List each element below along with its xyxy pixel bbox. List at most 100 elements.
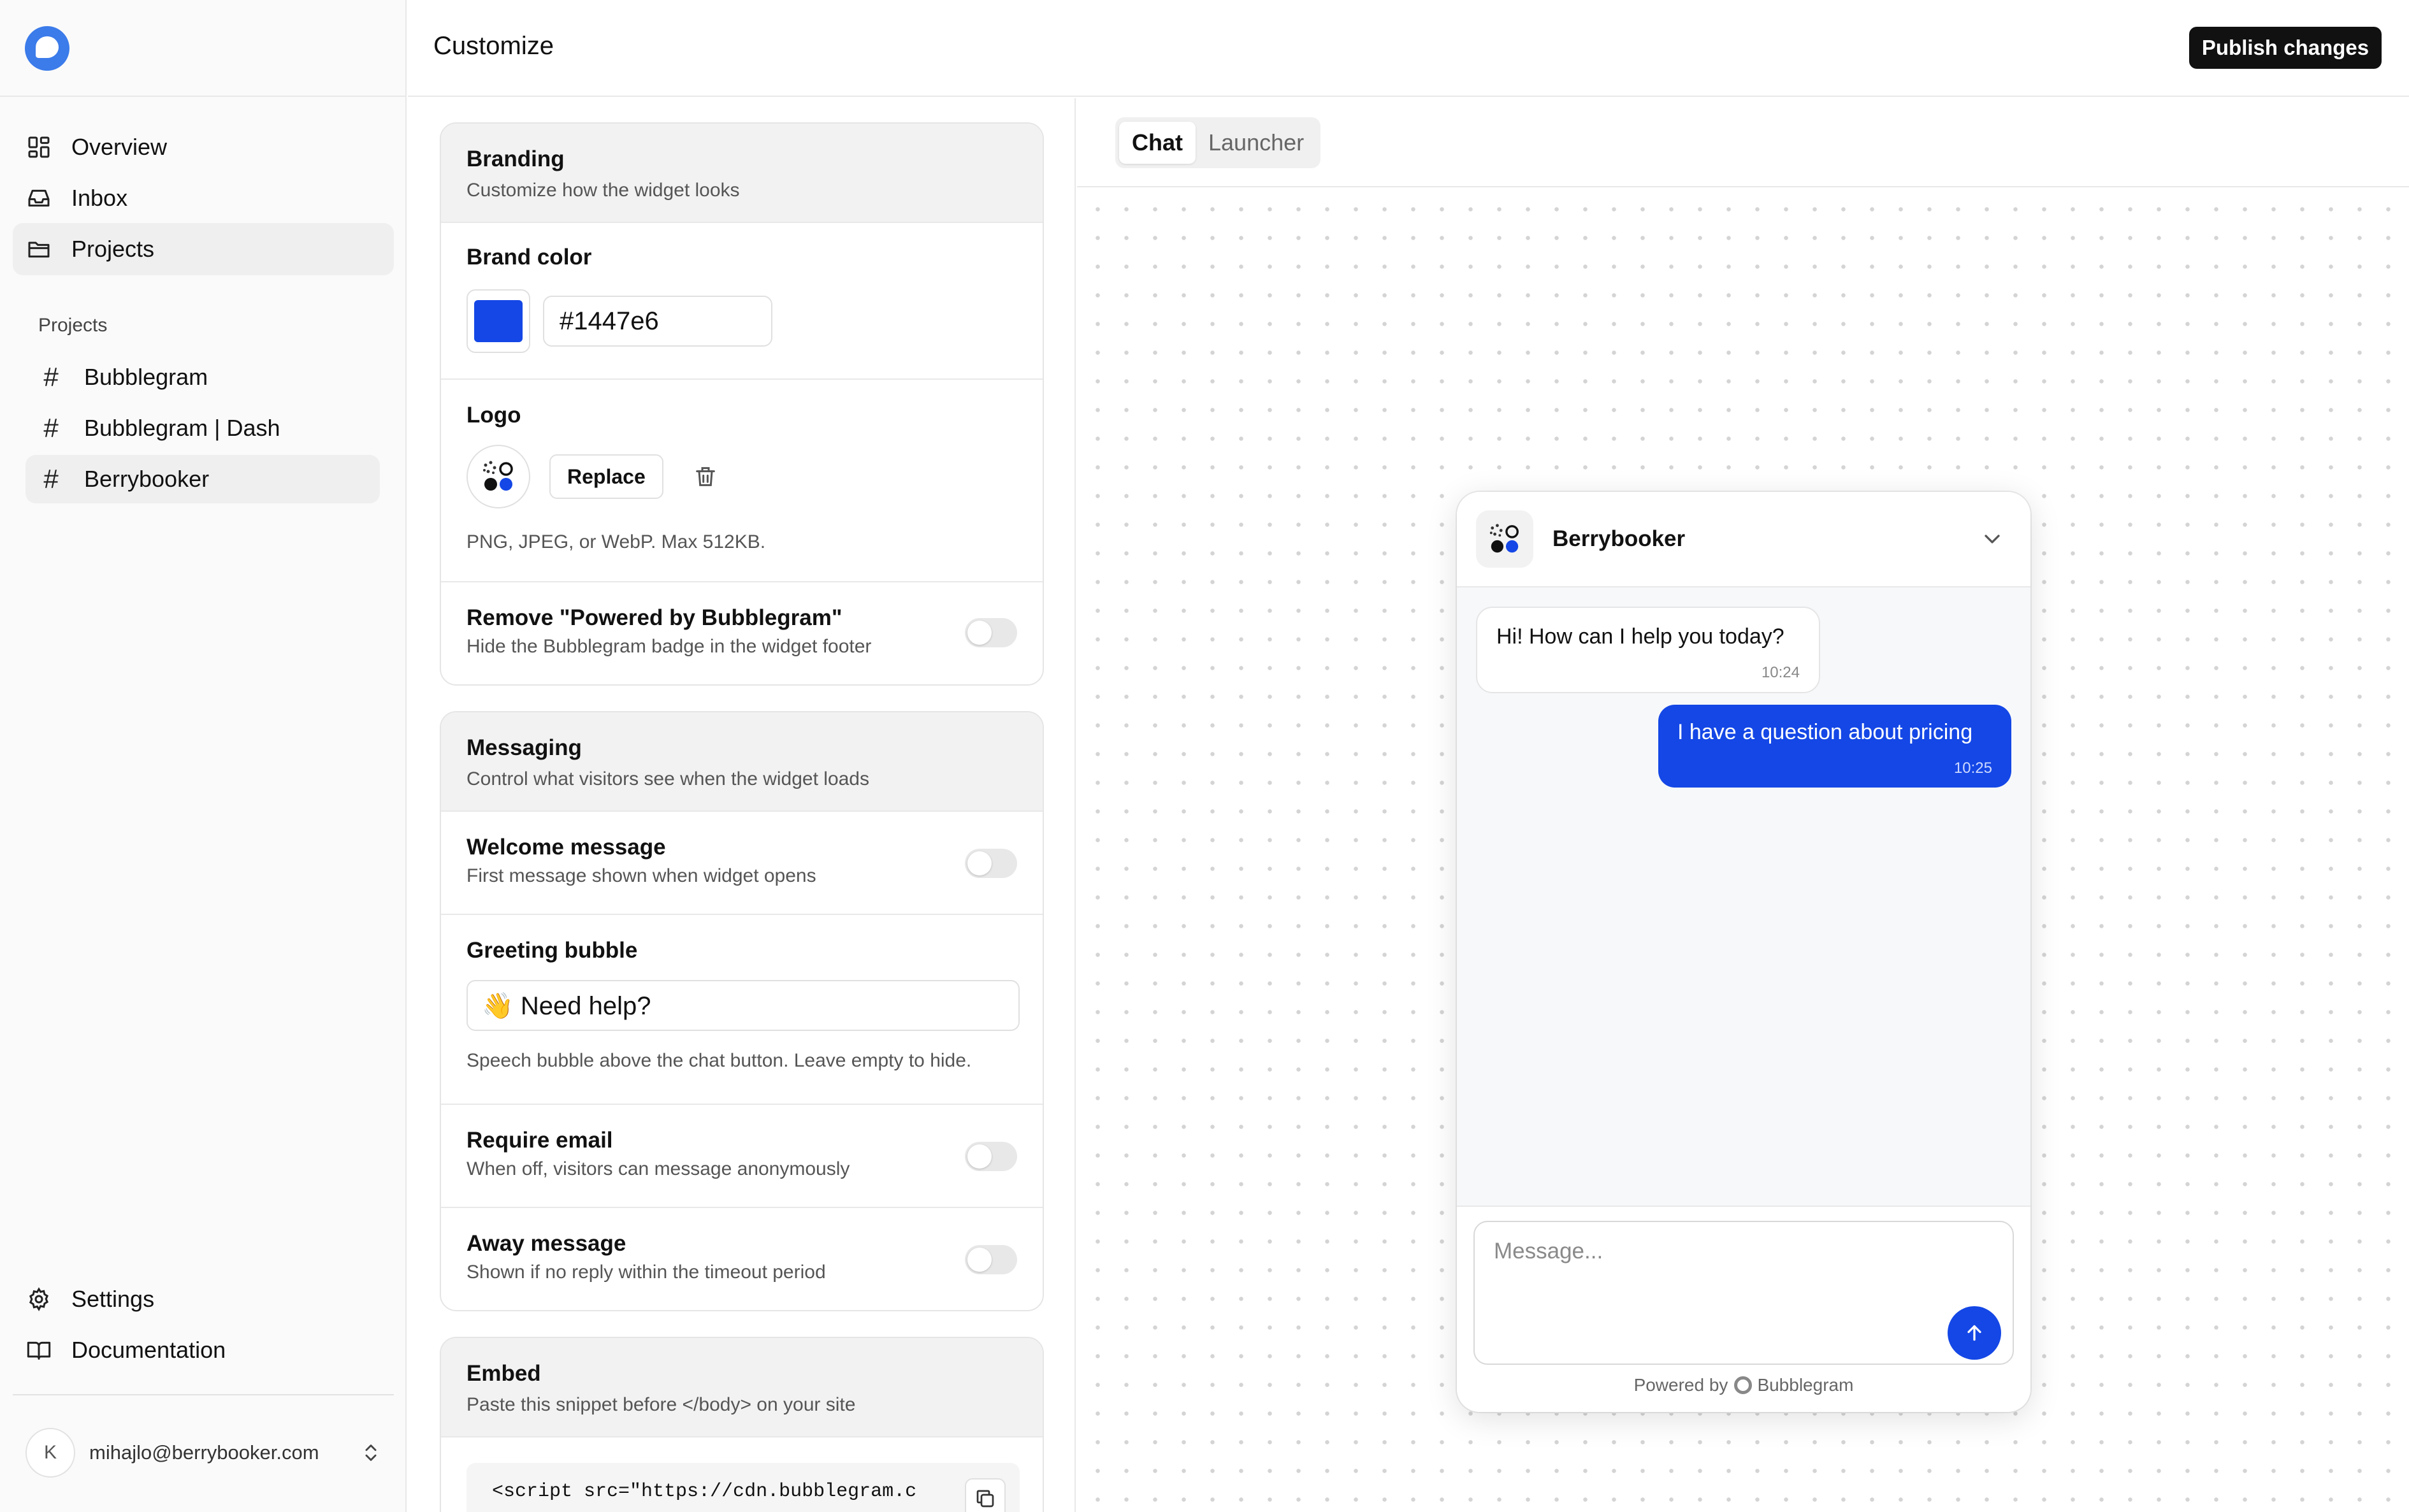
away-message-sub: Shown if no reply within the timeout per… — [467, 1262, 826, 1283]
sidebar-item-overview[interactable]: Overview — [13, 121, 394, 173]
card-title: Embed — [467, 1361, 541, 1386]
logo-row: Logo Replace PNG, JPEG, or WebP. Max 512… — [441, 380, 1043, 582]
sidebar-item-label: Projects — [71, 236, 155, 262]
card-title: Branding — [467, 147, 565, 171]
embed-code-text: <script src="https://cdn.bubblegram.c — [492, 1481, 917, 1502]
settings-panel[interactable]: Branding Customize how the widget looks … — [408, 98, 1076, 1512]
dashboard-icon — [25, 134, 52, 161]
hash-icon: # — [43, 413, 59, 443]
project-label: Berrybooker — [84, 466, 210, 492]
message-text: I have a question about pricing — [1677, 720, 1973, 744]
away-message-toggle[interactable] — [965, 1245, 1017, 1274]
welcome-message-label: Welcome message — [467, 835, 666, 860]
embed-card: Embed Paste this snippet before </body> … — [440, 1337, 1044, 1512]
require-email-label: Require email — [467, 1128, 613, 1153]
message-input[interactable]: Message... — [1473, 1221, 2014, 1365]
project-label: Bubblegram | Dash — [84, 415, 280, 441]
welcome-message-toggle[interactable] — [965, 849, 1017, 878]
greeting-bubble-row: Greeting bubble 👋 Need help? Speech bubb… — [441, 915, 1043, 1105]
embed-code-snippet[interactable]: <script src="https://cdn.bubblegram.c — [467, 1463, 1020, 1512]
berrybooker-logo-icon — [483, 461, 513, 491]
sidebar-divider — [13, 1394, 394, 1395]
preview-panel: Chat Launcher Berrybooker Hi! How can I … — [1077, 98, 2409, 1512]
brand-color-row: Brand color #1447e6 — [441, 223, 1043, 380]
page-title: Customize — [433, 32, 554, 60]
folder-icon — [25, 236, 52, 263]
app-root: Overview Inbox Projects Projects # Bubbl… — [0, 0, 2409, 1512]
card-subtitle: Paste this snippet before </body> on you… — [467, 1394, 856, 1415]
brand-color-swatch[interactable] — [467, 289, 530, 353]
color-swatch-fill — [474, 300, 523, 342]
publish-changes-button[interactable]: Publish changes — [2189, 27, 2382, 69]
messaging-card: Messaging Control what visitors see when… — [440, 711, 1044, 1311]
app-logo-icon[interactable] — [25, 26, 69, 71]
message-text: Hi! How can I help you today? — [1496, 624, 1784, 649]
greeting-bubble-label: Greeting bubble — [467, 938, 638, 963]
sidebar-item-label: Overview — [71, 134, 168, 160]
project-item-bubblegram[interactable]: # Bubblegram — [25, 353, 380, 401]
card-title: Messaging — [467, 735, 582, 760]
messaging-card-header: Messaging Control what visitors see when… — [441, 712, 1043, 812]
project-item-berrybooker[interactable]: # Berrybooker — [25, 455, 380, 503]
message-time: 10:24 — [1761, 664, 1800, 681]
logo-label: Logo — [467, 403, 521, 428]
project-item-bubblegram-dash[interactable]: # Bubblegram | Dash — [25, 404, 380, 452]
gear-icon — [25, 1286, 52, 1313]
tab-launcher[interactable]: Launcher — [1196, 122, 1317, 164]
logo-help-text: PNG, JPEG, or WebP. Max 512KB. — [467, 531, 766, 552]
preview-canvas: Berrybooker Hi! How can I help you today… — [1077, 189, 2409, 1512]
sidebar-item-projects[interactable]: Projects — [13, 223, 394, 275]
welcome-message-row: Welcome message First message shown when… — [441, 812, 1043, 915]
powered-prefix: Powered by — [1633, 1375, 1728, 1395]
remove-badge-sub: Hide the Bubblegram badge in the widget … — [467, 636, 872, 657]
arrow-up-icon — [1967, 1325, 1981, 1341]
send-button[interactable] — [1948, 1306, 2001, 1360]
sidebar-item-label: Settings — [71, 1286, 155, 1312]
trash-icon[interactable] — [693, 464, 718, 489]
widget-header: Berrybooker — [1457, 492, 2030, 587]
inbox-icon — [25, 185, 52, 212]
chevron-down-icon[interactable] — [1979, 526, 2005, 552]
book-icon — [25, 1337, 52, 1364]
chevron-up-down-icon — [359, 1441, 382, 1464]
berrybooker-logo-icon — [1489, 524, 1519, 553]
away-message-label: Away message — [467, 1231, 626, 1256]
preview-tabs: Chat Launcher — [1115, 117, 1321, 168]
brand-color-label: Brand color — [467, 245, 592, 270]
sidebar-item-inbox[interactable]: Inbox — [13, 172, 394, 224]
bubblegram-logo-icon — [1734, 1376, 1753, 1394]
greeting-help-text: Speech bubble above the chat button. Lea… — [467, 1050, 972, 1071]
avatar: K — [25, 1428, 75, 1478]
remove-badge-row: Remove "Powered by Bubblegram" Hide the … — [441, 582, 1043, 684]
hash-icon: # — [43, 362, 59, 392]
brand-color-hex-input[interactable]: #1447e6 — [543, 296, 772, 347]
require-email-toggle[interactable] — [965, 1142, 1017, 1171]
chat-widget-preview: Berrybooker Hi! How can I help you today… — [1457, 492, 2030, 1412]
projects-section-label: Projects — [38, 315, 108, 336]
visitor-message-bubble: I have a question about pricing 10:25 — [1658, 705, 2011, 788]
agent-message-bubble: Hi! How can I help you today? 10:24 — [1476, 607, 1820, 693]
powered-by-badge[interactable]: Powered by Bubblegram — [1457, 1375, 2030, 1395]
powered-brand: Bubblegram — [1757, 1375, 1854, 1395]
card-subtitle: Control what visitors see when the widge… — [467, 768, 869, 789]
branding-card-header: Branding Customize how the widget looks — [441, 124, 1043, 223]
sidebar-item-settings[interactable]: Settings — [13, 1273, 394, 1325]
copy-icon[interactable] — [965, 1478, 1006, 1512]
greeting-bubble-input[interactable]: 👋 Need help? — [467, 980, 1020, 1031]
branding-card: Branding Customize how the widget looks … — [440, 122, 1044, 686]
hash-icon: # — [43, 464, 59, 494]
widget-title: Berrybooker — [1552, 526, 1686, 551]
away-message-row: Away message Shown if no reply within th… — [441, 1208, 1043, 1310]
project-label: Bubblegram — [84, 364, 208, 390]
sidebar: Overview Inbox Projects Projects # Bubbl… — [0, 0, 407, 1512]
tab-chat[interactable]: Chat — [1119, 122, 1196, 164]
card-subtitle: Customize how the widget looks — [467, 180, 740, 201]
sidebar-item-label: Inbox — [71, 185, 128, 211]
remove-badge-toggle[interactable] — [965, 618, 1017, 647]
sidebar-item-label: Documentation — [71, 1337, 226, 1363]
replace-logo-button[interactable]: Replace — [549, 454, 663, 499]
sidebar-header — [0, 0, 407, 97]
user-menu[interactable]: K mihajlo@berrybooker.com — [25, 1427, 382, 1478]
sidebar-item-documentation[interactable]: Documentation — [13, 1324, 394, 1376]
message-time: 10:25 — [1953, 760, 1992, 777]
